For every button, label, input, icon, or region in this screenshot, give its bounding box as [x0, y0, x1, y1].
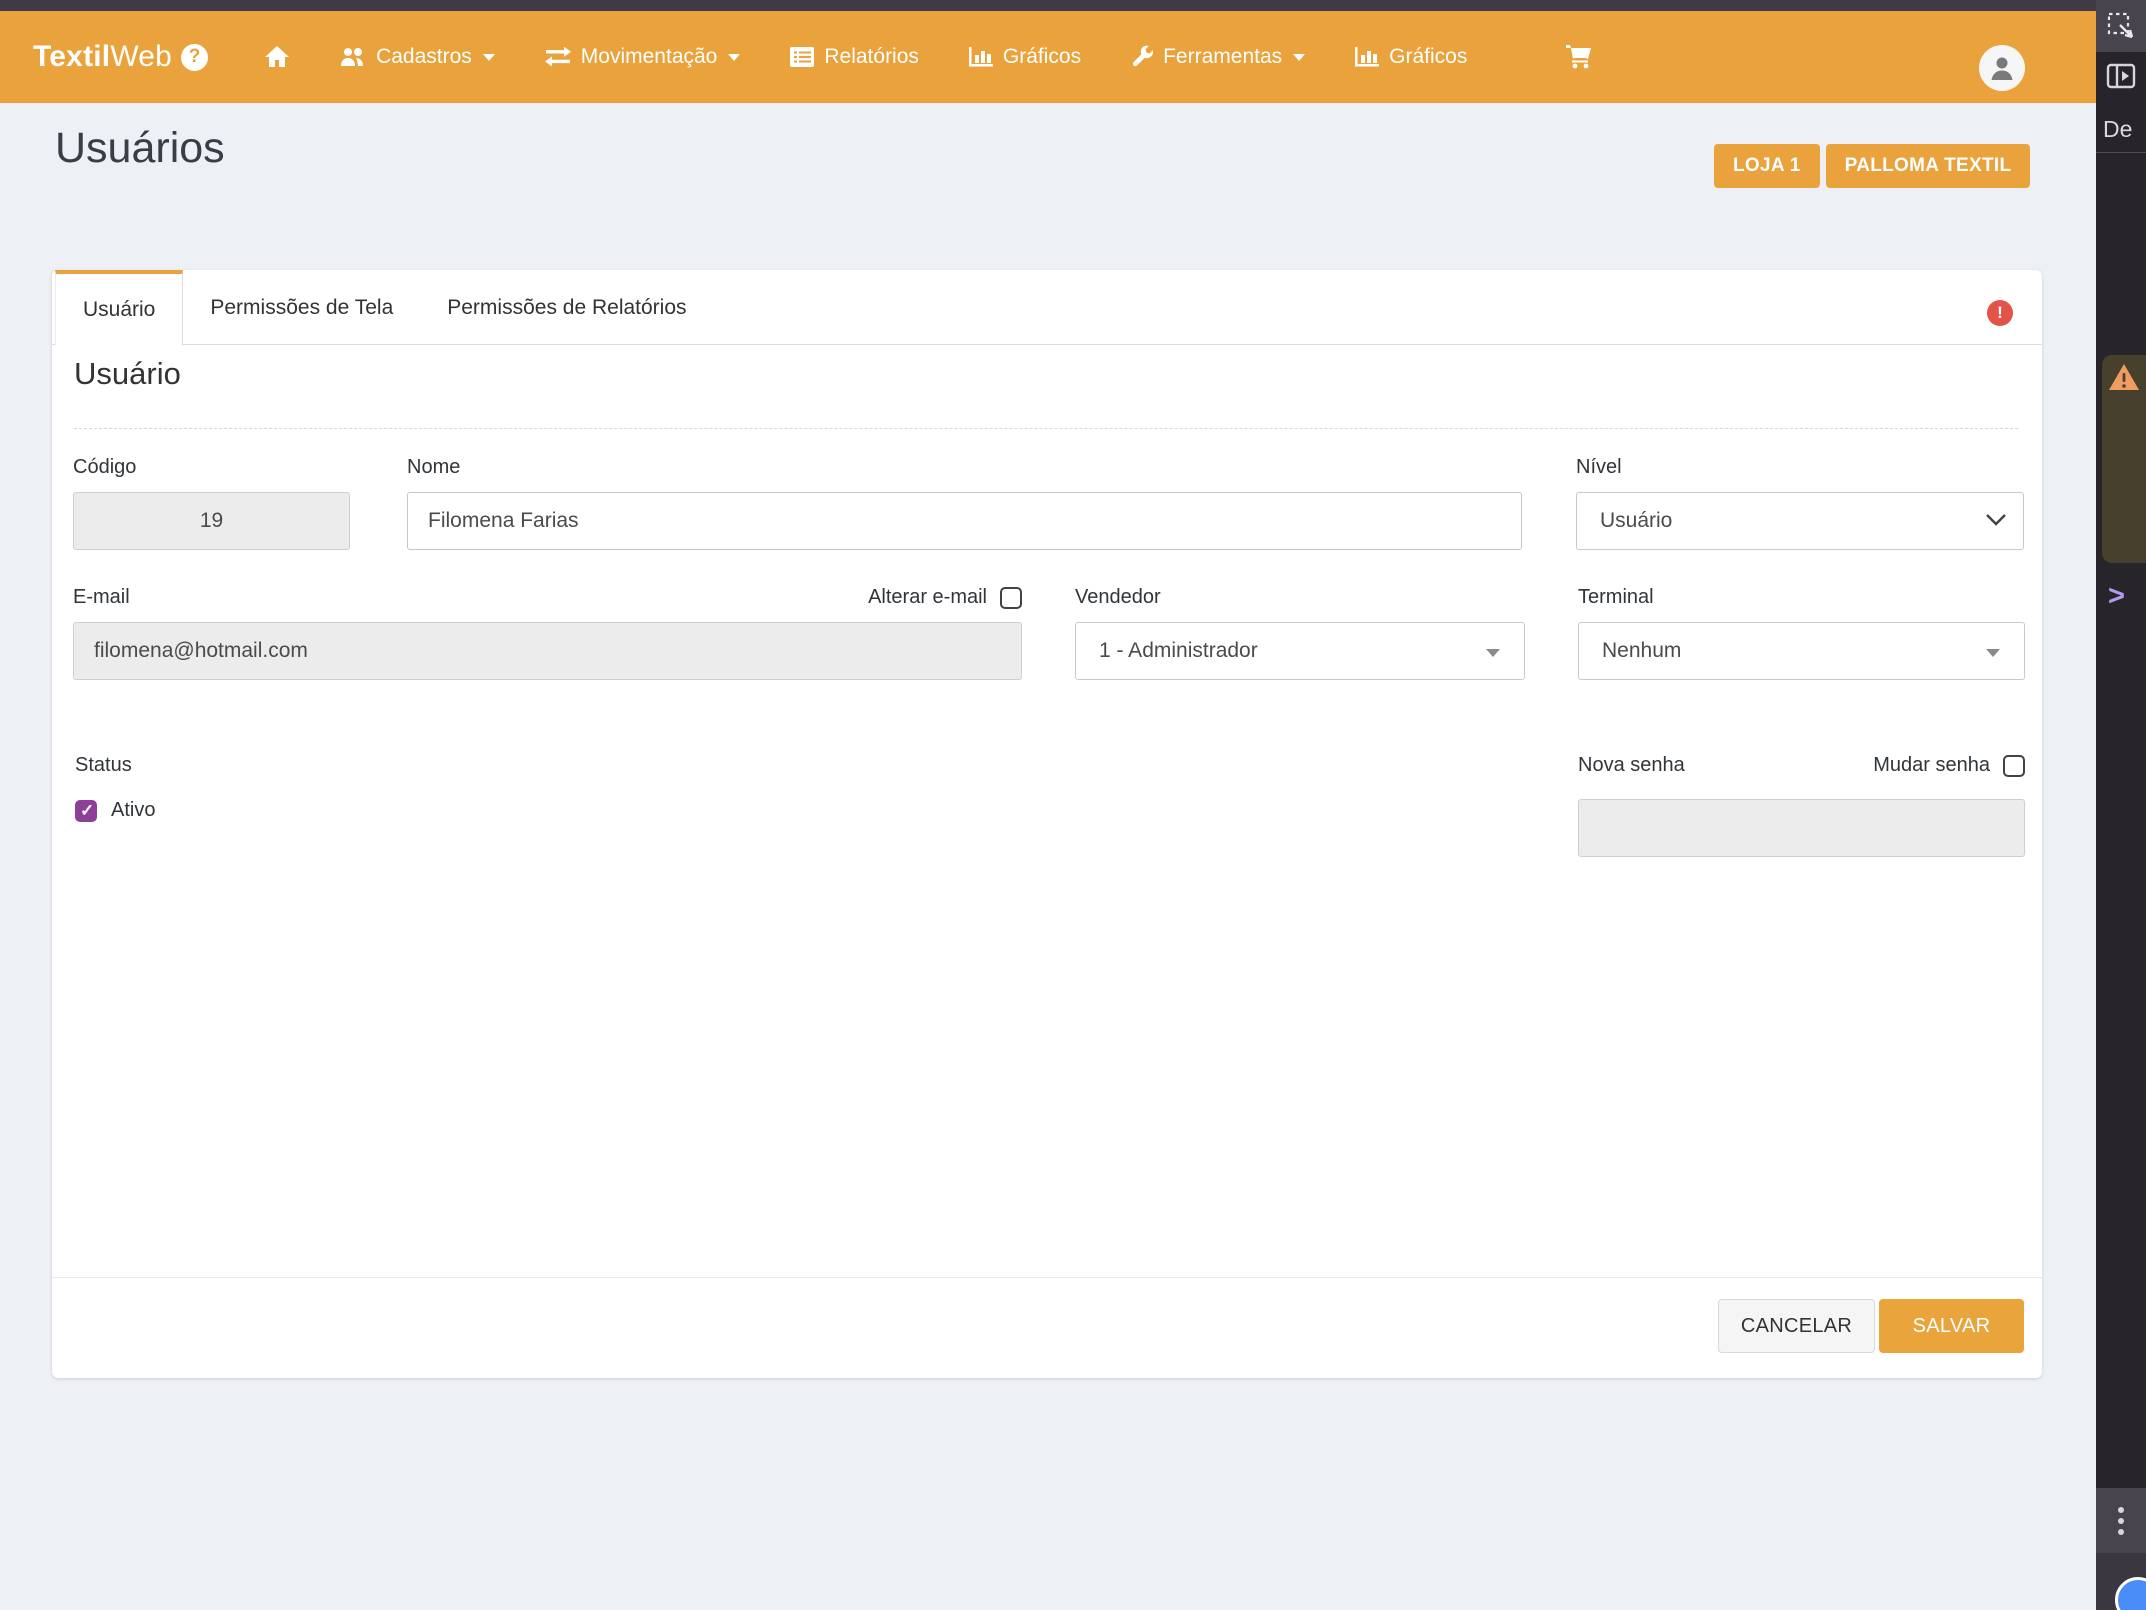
- nav-graficos-2[interactable]: Gráficos: [1354, 45, 1467, 69]
- blue-extension-icon[interactable]: [2115, 1577, 2146, 1610]
- footer-divider: [52, 1277, 2042, 1278]
- browser-top-strip: [0, 0, 2146, 11]
- user-card: Usuário Permissões de Tela Permissões de…: [52, 270, 2042, 1378]
- nav-cart[interactable]: [1565, 44, 1592, 70]
- section-title: Usuário: [74, 356, 181, 392]
- nivel-value: Usuário: [1577, 493, 2023, 549]
- mudar-senha-label: Mudar senha: [1873, 754, 1990, 777]
- nome-label: Nome: [407, 456, 1522, 479]
- save-button[interactable]: SALVAR: [1879, 1299, 2024, 1353]
- vendedor-label: Vendedor: [1075, 586, 1525, 609]
- help-icon[interactable]: ?: [181, 44, 208, 71]
- warning-triangle-icon: [2108, 362, 2140, 392]
- person-icon: [1987, 53, 2017, 83]
- tab-usuario[interactable]: Usuário: [55, 270, 183, 346]
- email-label: E-mail: [73, 586, 130, 609]
- tab-permissoes-tela[interactable]: Permissões de Tela: [183, 270, 420, 345]
- nav-label: Gráficos: [1389, 45, 1467, 69]
- nav-graficos-1[interactable]: Gráficos: [968, 45, 1081, 69]
- dashed-select-icon: [2106, 11, 2136, 41]
- panel-expand-chevron[interactable]: >: [2108, 580, 2125, 613]
- field-nivel: Nível Usuário: [1576, 456, 2024, 550]
- field-vendedor: Vendedor 1 - Administrador: [1075, 586, 1525, 680]
- nav-label: Relatórios: [824, 45, 919, 69]
- nav-label: Cadastros: [376, 45, 472, 69]
- codigo-label: Código: [73, 456, 350, 479]
- main-navbar: TextilWeb ? Cadastros Movimentação: [0, 11, 2096, 103]
- chevron-down-icon: [483, 54, 495, 61]
- bar-chart-icon: [968, 45, 994, 69]
- nav-ferramentas[interactable]: Ferramentas: [1130, 45, 1305, 69]
- home-icon: [264, 45, 290, 69]
- store-badges: LOJA 1 PALLOMA TEXTIL: [1714, 144, 2030, 188]
- store-badge-company[interactable]: PALLOMA TEXTIL: [1826, 144, 2031, 188]
- ativo-checkbox[interactable]: [75, 800, 97, 822]
- terminal-select[interactable]: Nenhum: [1578, 622, 2025, 680]
- nav-relatorios[interactable]: Relatórios: [789, 45, 919, 69]
- cart-icon: [1565, 44, 1592, 70]
- ativo-label: Ativo: [111, 799, 155, 822]
- nav-cadastros[interactable]: Cadastros: [339, 45, 495, 69]
- nivel-select[interactable]: Usuário: [1576, 492, 2024, 550]
- caret-down-icon: [1986, 649, 2000, 657]
- terminal-label: Terminal: [1578, 586, 2025, 609]
- brand-logo[interactable]: TextilWeb: [33, 40, 172, 74]
- caret-down-icon: [1486, 649, 1500, 657]
- field-status: Status Ativo: [75, 754, 475, 822]
- store-badge-loja[interactable]: LOJA 1: [1714, 144, 1820, 188]
- exchange-icon: [544, 46, 572, 68]
- app-root: TextilWeb ? Cadastros Movimentação: [0, 0, 2146, 1610]
- field-codigo: Código: [73, 456, 350, 550]
- field-nova-senha: Nova senha Mudar senha: [1578, 754, 2025, 857]
- side-panel-toggle[interactable]: [2096, 52, 2146, 100]
- chevron-down-icon: [728, 54, 740, 61]
- status-label: Status: [75, 754, 475, 777]
- chevron-down-icon: [1293, 54, 1305, 61]
- brand-light: Web: [110, 40, 172, 73]
- field-nome: Nome: [407, 456, 1522, 550]
- chevron-down-icon: [1985, 513, 2007, 532]
- wrench-icon: [1130, 45, 1154, 69]
- nivel-label: Nível: [1576, 456, 2024, 479]
- panel-toggle-icon: [2106, 63, 2136, 89]
- nav-label: Ferramentas: [1163, 45, 1282, 69]
- alterar-email-checkbox[interactable]: [1000, 587, 1022, 609]
- tab-bar: Usuário Permissões de Tela Permissões de…: [52, 270, 2042, 345]
- nav-label: Gráficos: [1003, 45, 1081, 69]
- browser-extension-panel: De >: [2096, 0, 2146, 1610]
- users-icon: [339, 46, 367, 68]
- terminal-value: Nenhum: [1579, 623, 2024, 679]
- page-title: Usuários: [55, 124, 225, 173]
- panel-kebab-menu[interactable]: [2096, 1488, 2146, 1553]
- panel-divider: [2096, 152, 2146, 153]
- alterar-email-label: Alterar e-mail: [868, 586, 987, 609]
- nav-label: Movimentação: [581, 45, 718, 69]
- field-email: E-mail Alterar e-mail: [73, 586, 1022, 680]
- dashed-divider: [74, 428, 2018, 429]
- email-input[interactable]: [73, 622, 1022, 680]
- codigo-input[interactable]: [73, 492, 350, 550]
- report-list-icon: [789, 46, 815, 68]
- cancel-button[interactable]: CANCELAR: [1718, 1299, 1875, 1353]
- tab-permissoes-relatorios[interactable]: Permissões de Relatórios: [420, 270, 713, 345]
- panel-bottom-block: [2096, 1553, 2146, 1610]
- vendedor-value: 1 - Administrador: [1076, 623, 1524, 679]
- nav-movimentacao[interactable]: Movimentação: [544, 45, 741, 69]
- user-avatar[interactable]: [1979, 45, 2025, 91]
- vendedor-select[interactable]: 1 - Administrador: [1075, 622, 1525, 680]
- main-menu: Cadastros Movimentação Relatórios: [264, 44, 1592, 70]
- nome-input[interactable]: [407, 492, 1522, 550]
- bar-chart-icon: [1354, 45, 1380, 69]
- nova-senha-label: Nova senha: [1578, 754, 1685, 777]
- field-terminal: Terminal Nenhum: [1578, 586, 2025, 680]
- area-select-tool[interactable]: [2096, 0, 2146, 52]
- alert-exclamation-icon[interactable]: !: [1987, 300, 2013, 326]
- kebab-icon: [2118, 1507, 2124, 1535]
- nav-home[interactable]: [264, 45, 290, 69]
- warning-notice[interactable]: [2102, 355, 2146, 563]
- nova-senha-input[interactable]: [1578, 799, 2025, 857]
- panel-partial-text: De: [2103, 116, 2132, 143]
- brand-bold: Textil: [33, 40, 110, 73]
- mudar-senha-checkbox[interactable]: [2003, 755, 2025, 777]
